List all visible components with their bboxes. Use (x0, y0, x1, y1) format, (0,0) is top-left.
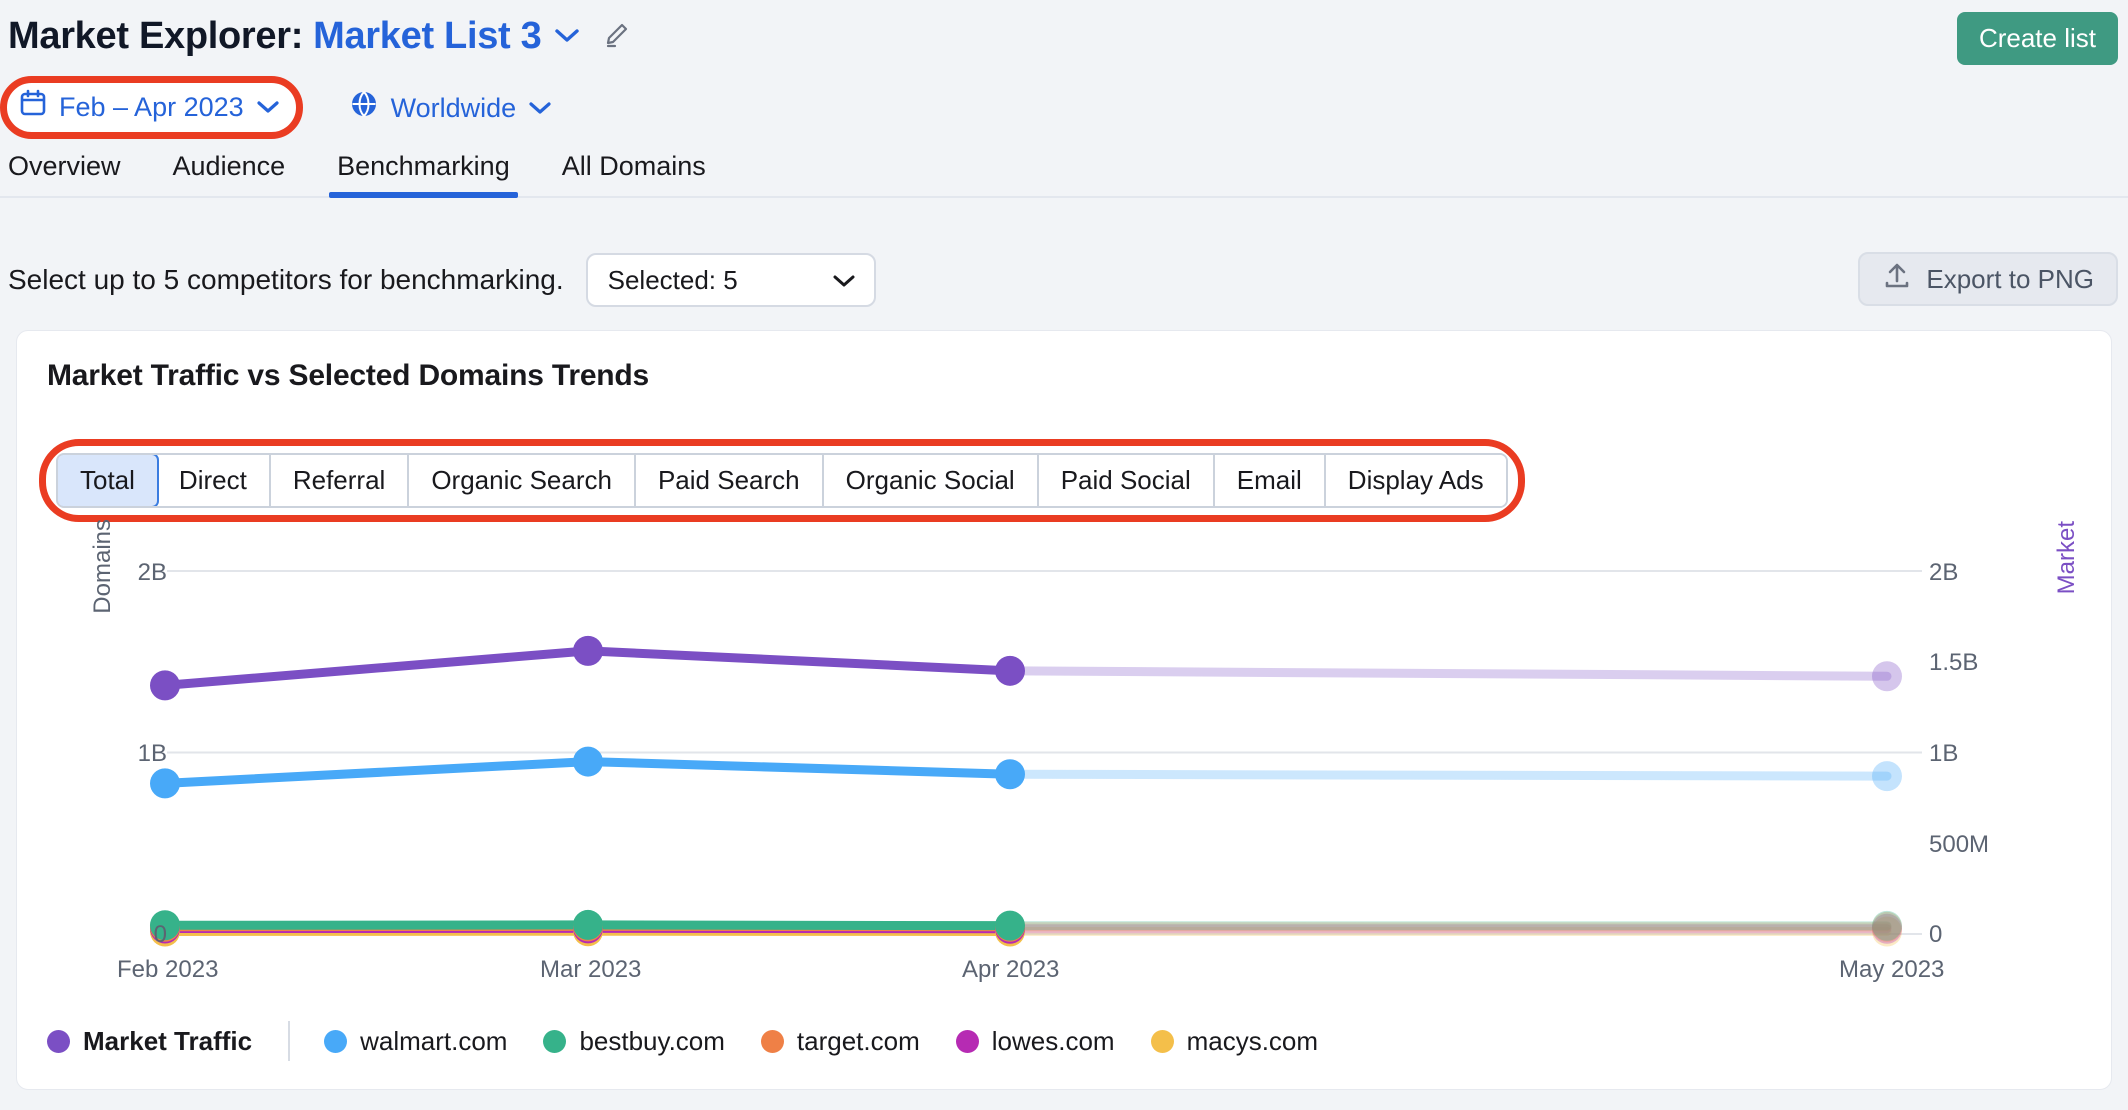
page-header: Market Explorer: Market List 3 Create lis… (0, 0, 2128, 72)
legend-color-swatch (324, 1029, 348, 1053)
location-selector[interactable]: Worldwide (339, 85, 563, 130)
export-to-png-label: Export to PNG (1926, 263, 2094, 294)
market-list-name[interactable]: Market List 3 (313, 15, 542, 57)
data-point[interactable] (150, 670, 180, 701)
location-label: Worldwide (390, 92, 517, 123)
data-point[interactable] (995, 910, 1025, 941)
data-point[interactable] (1872, 761, 1902, 792)
competitor-select-row: Select up to 5 competitors for benchmark… (0, 245, 2128, 315)
selected-competitors-value: Selected: 5 (607, 264, 738, 295)
legend-item-lowes-com[interactable]: lowes.com (955, 1025, 1115, 1057)
data-point[interactable] (573, 746, 603, 777)
competitor-select-label: Select up to 5 competitors for benchmark… (8, 264, 564, 295)
selected-competitors-dropdown[interactable]: Selected: 5 (585, 253, 876, 307)
y-tick-right-0: 2B (1929, 559, 1959, 586)
legend-divider (288, 1021, 291, 1061)
data-point[interactable] (995, 655, 1025, 686)
legend-label: target.com (796, 1025, 920, 1056)
tab-benchmarking[interactable]: Benchmarking (311, 151, 536, 198)
upload-icon (1882, 261, 1912, 298)
legend-label: lowes.com (991, 1025, 1115, 1056)
create-list-button[interactable]: Create list (1956, 12, 2118, 65)
channel-tab-total[interactable]: Total (57, 454, 159, 506)
page-title: Market Explorer: Market List 3 (0, 15, 632, 58)
chevron-down-icon (528, 92, 552, 123)
chevron-down-icon (832, 265, 856, 296)
chevron-down-icon (256, 91, 280, 122)
legend-item-target-com[interactable]: target.com (760, 1025, 920, 1057)
y-axis-title-right: Market (2053, 521, 2080, 595)
legend-item-bestbuy-com[interactable]: bestbuy.com (543, 1025, 725, 1057)
legend-color-swatch (47, 1029, 70, 1053)
tab-overview[interactable]: Overview (0, 151, 147, 196)
x-tick-may: May 2023 (1839, 956, 1945, 983)
data-point[interactable] (150, 768, 180, 799)
series-forecast-market-traffic (1005, 666, 1892, 681)
legend-item-macys-com[interactable]: macys.com (1150, 1025, 1319, 1057)
chart-canvas (150, 570, 1922, 947)
data-point[interactable] (573, 909, 603, 940)
date-range-label: Feb – Apr 2023 (59, 91, 244, 122)
y-tick-right-4: 0 (1929, 921, 1943, 948)
chart-card: Market Traffic vs Selected Domains Trend… (16, 330, 2112, 1090)
y-tick-right-1: 1.5B (1929, 649, 1979, 676)
trends-chart: Domains Market 2B 1B 0 2B 1.5B 1B 500M 0… (17, 331, 2113, 1091)
y-tick-right-2: 1B (1929, 740, 1959, 767)
filter-row: Feb – Apr 2023 Worldwide (0, 75, 2128, 139)
chevron-down-icon[interactable] (554, 28, 580, 44)
page-title-prefix: Market Explorer: (8, 14, 304, 57)
legend-item-walmart-com[interactable]: walmart.com (324, 1026, 507, 1057)
x-tick-feb: Feb 2023 (117, 956, 219, 983)
y-tick-left-1: 1B (137, 740, 167, 767)
series-forecast-walmart-com (1005, 769, 1892, 781)
y-tick-left-0: 2B (137, 559, 167, 586)
x-tick-apr: Apr 2023 (962, 956, 1060, 983)
market-explorer-page: Market Explorer: Market List 3 Create lis… (0, 0, 2128, 1110)
pencil-icon[interactable] (602, 17, 632, 59)
data-point[interactable] (995, 759, 1025, 790)
legend-color-swatch (1150, 1029, 1174, 1053)
data-point[interactable] (573, 635, 603, 666)
data-point[interactable] (1872, 661, 1902, 692)
calendar-icon (19, 89, 47, 124)
legend-label: walmart.com (360, 1025, 508, 1056)
tab-all-domains[interactable]: All Domains (536, 151, 732, 196)
globe-icon (349, 89, 379, 126)
tab-audience[interactable]: Audience (147, 151, 312, 196)
chart-legend: Market Traffic walmart.com bestbuy.com targ… (47, 1021, 1354, 1061)
legend-label: macys.com (1186, 1025, 1319, 1056)
x-tick-mar: Mar 2023 (540, 956, 642, 983)
section-tabs: Overview Audience Benchmarking All Domai… (0, 148, 2128, 198)
y-tick-right-3: 500M (1929, 831, 1990, 858)
legend-label: Market Traffic (83, 1025, 253, 1056)
legend-color-swatch (543, 1029, 567, 1053)
y-tick-left-2: 0 (153, 921, 167, 948)
export-to-png-button[interactable]: Export to PNG (1858, 252, 2118, 306)
data-point[interactable] (1872, 910, 1902, 941)
legend-label: bestbuy.com (579, 1025, 725, 1056)
legend-color-swatch (760, 1029, 784, 1053)
legend-item-market-traffic[interactable]: Market Traffic (47, 1026, 252, 1057)
legend-color-swatch (955, 1029, 979, 1053)
date-range-selector[interactable]: Feb – Apr 2023 (0, 75, 303, 139)
